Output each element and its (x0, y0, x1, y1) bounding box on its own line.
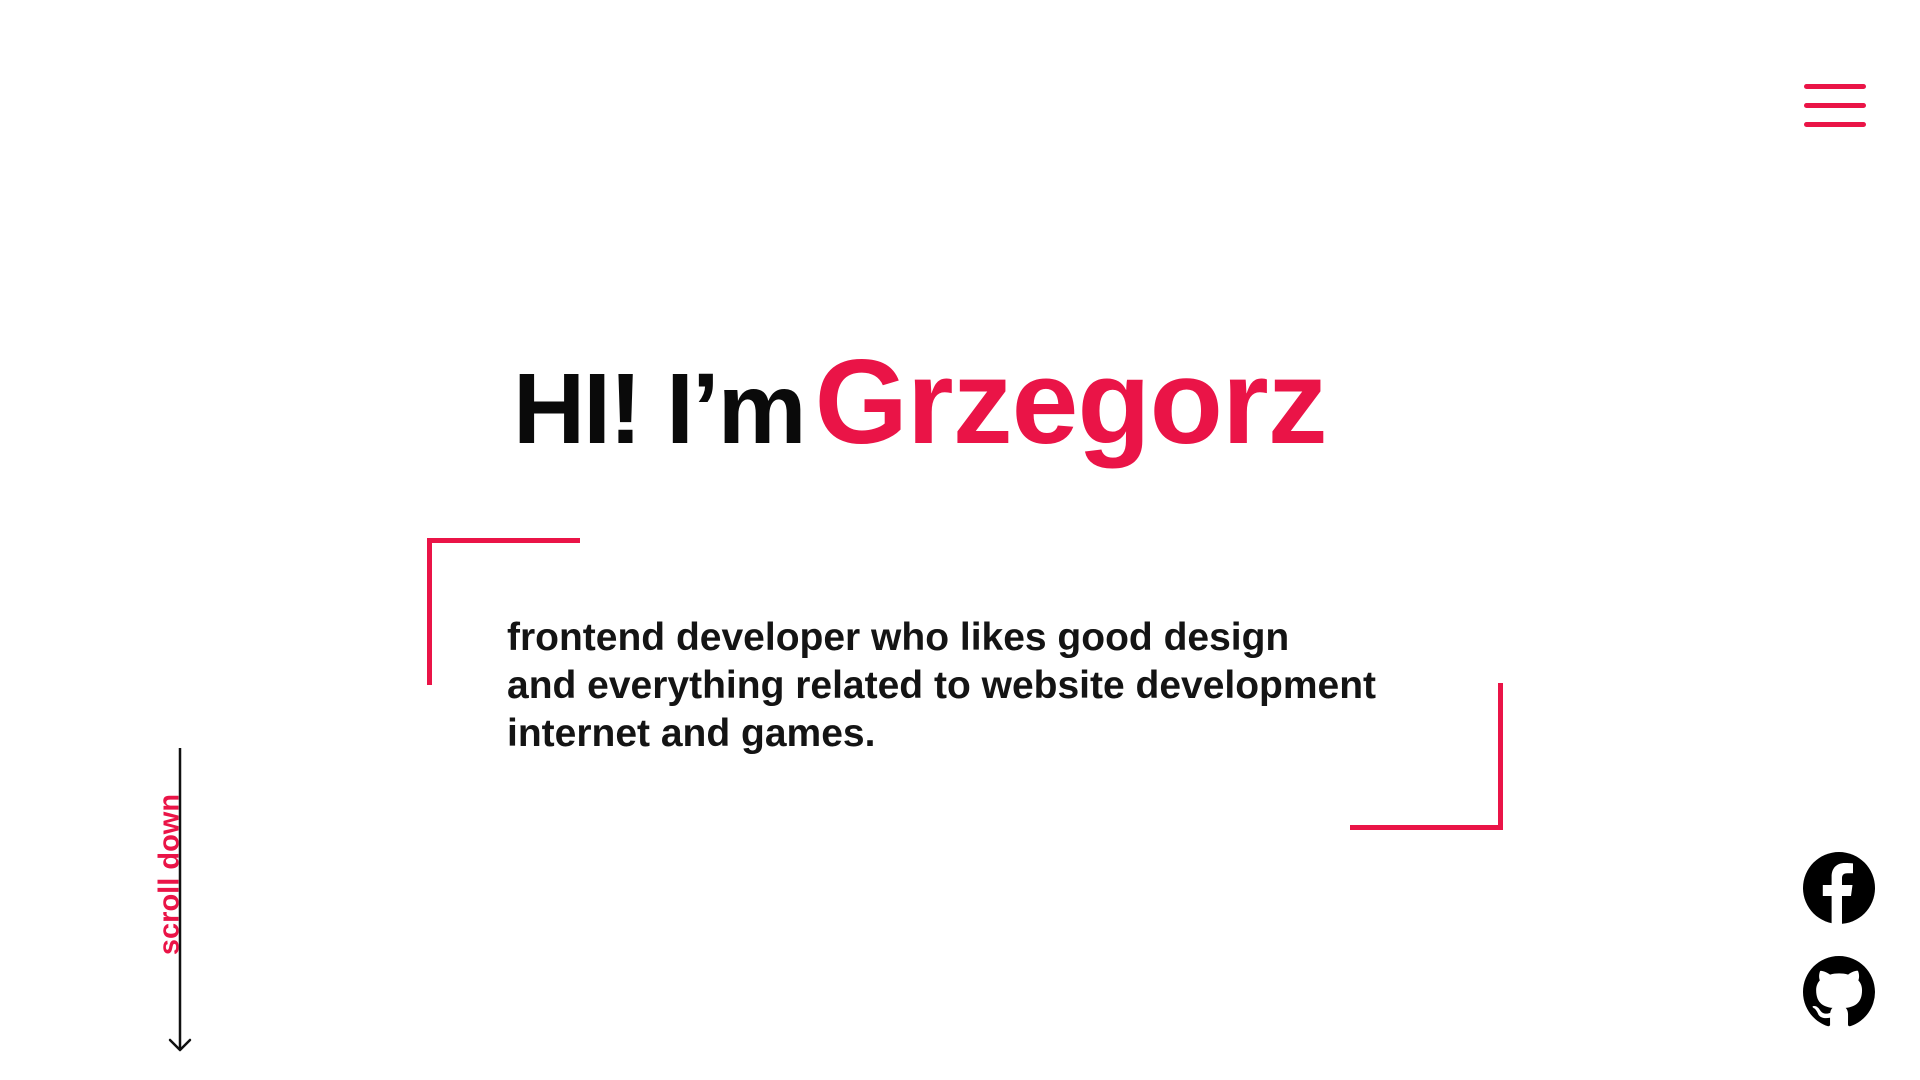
scroll-down-link[interactable]: scroll down (120, 740, 200, 1060)
arrow-down-icon (168, 748, 192, 1052)
hamburger-icon (1804, 84, 1866, 89)
hero-title: HI! I’mGrzegorz (513, 342, 1413, 462)
hero-name: Grzegorz (814, 335, 1328, 469)
description-line: frontend developer who likes good design (507, 616, 1290, 659)
hamburger-icon-bar (1804, 103, 1866, 108)
hamburger-icon-bar (1804, 122, 1866, 127)
facebook-icon (1803, 852, 1875, 924)
page: HI! I’mGrzegorz frontend developer who l… (0, 0, 1920, 1080)
github-icon (1803, 956, 1875, 1027)
hero-description: frontend developer who likes good design… (507, 614, 1487, 758)
description-line: and everything related to website develo… (507, 664, 1377, 707)
facebook-link[interactable] (1803, 852, 1875, 924)
menu-button[interactable] (1798, 76, 1868, 136)
description-line: internet and games. (507, 712, 876, 755)
hero-greeting: HI! I’m (513, 353, 807, 465)
github-link[interactable] (1803, 956, 1875, 1028)
